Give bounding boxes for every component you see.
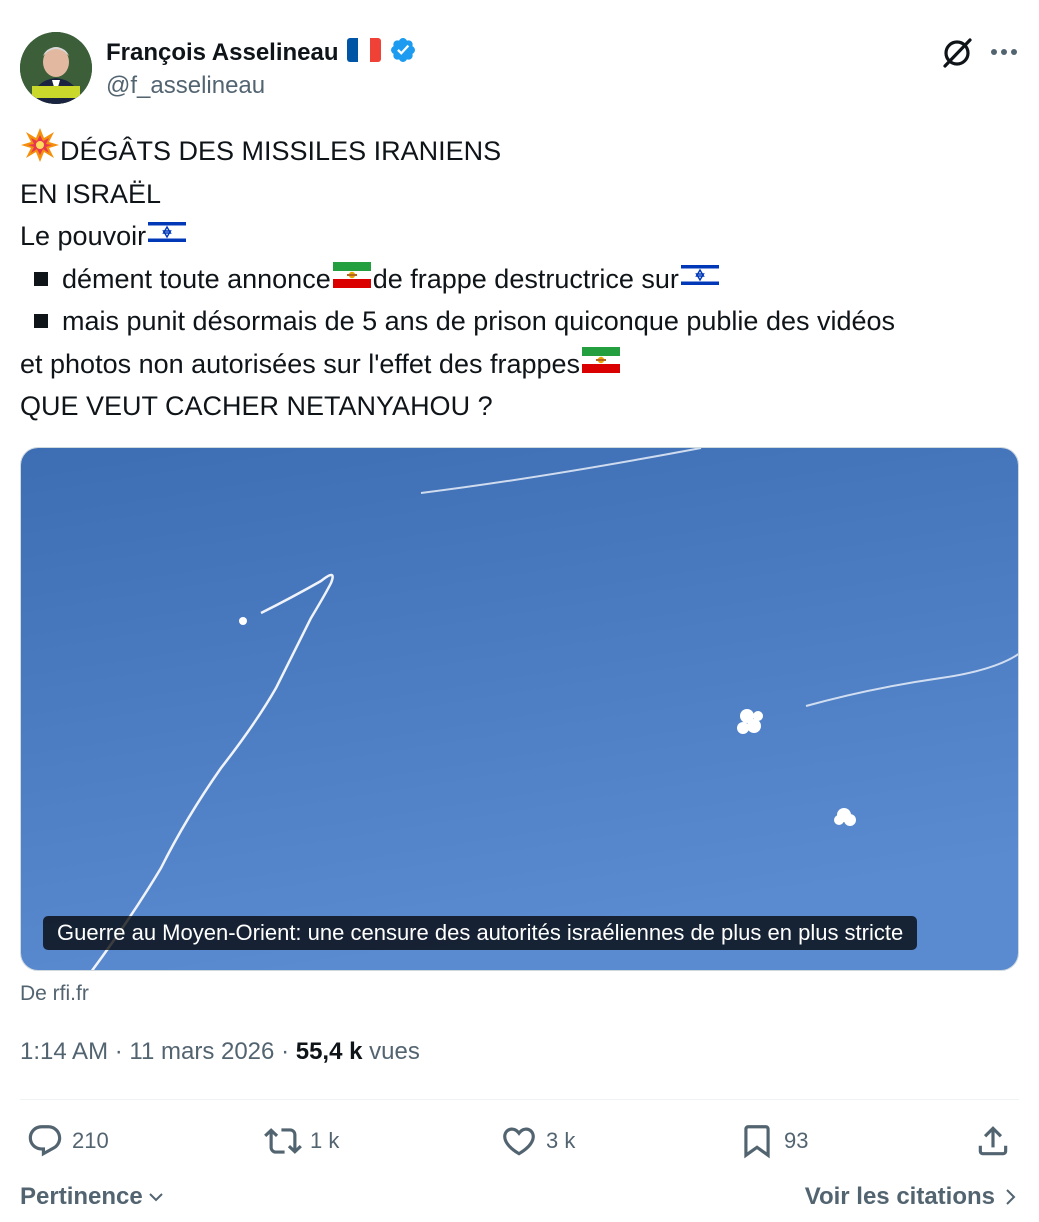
reply-count: 210	[72, 1128, 109, 1153]
explosion-emoji-icon	[20, 127, 60, 176]
tweet-bullet-1-text-b: de frappe destructrice sur	[372, 263, 679, 294]
author-handle[interactable]: @f_asselineau	[106, 72, 265, 100]
author-name[interactable]: François Asselineau	[106, 39, 339, 67]
verified-badge-icon	[389, 36, 417, 69]
tweet-line-4: et photos non autorisées sur l'effet des…	[20, 343, 1020, 386]
sort-label: Pertinence	[20, 1183, 143, 1210]
bookmark-icon	[744, 1125, 770, 1159]
tweet-date[interactable]: 11 mars 2026	[129, 1038, 274, 1065]
link-preview-card[interactable]: Guerre au Moyen-Orient: une censure des …	[20, 447, 1019, 971]
france-flag-icon	[346, 38, 381, 67]
iran-lion-sun-flag-icon	[582, 343, 621, 386]
chevron-right-icon	[1006, 1189, 1016, 1205]
bookmark-count: 93	[784, 1128, 809, 1153]
tweet-line-5: QUE VEUT CACHER NETANYAHOU ?	[20, 391, 493, 421]
sort-dropdown[interactable]: Pertinence	[20, 1183, 165, 1211]
meta-separator: ·	[281, 1038, 296, 1065]
israel-flag-icon	[148, 215, 187, 258]
repost-icon	[264, 1128, 302, 1154]
share-button[interactable]	[974, 1122, 1012, 1160]
tweet-text: DÉGÂTS DES MISSILES IRANIENS EN ISRAËL L…	[20, 127, 1020, 428]
bullet-icon	[34, 271, 48, 286]
tweet-headline: DÉGÂTS DES MISSILES IRANIENS	[60, 136, 502, 166]
tweet-line-3: Le pouvoir	[20, 215, 1020, 258]
more-options-icon[interactable]	[988, 38, 1020, 66]
tweet-line-4-text: et photos non autorisées sur l'effet des…	[20, 348, 581, 379]
tweet-meta: 1:14 AM · 11 mars 2026 · 55,4 k vues	[20, 1038, 420, 1066]
tweet-line-3-text: Le pouvoir	[20, 221, 147, 251]
author-avatar[interactable]	[20, 32, 92, 104]
tweet-bullet-2: mais punit désormais de 5 ans de prison …	[20, 300, 1020, 343]
israel-flag-icon	[680, 258, 719, 301]
tweet-bullet-2-text: mais punit désormais de 5 ans de prison …	[62, 306, 896, 336]
card-image	[21, 448, 1018, 970]
author-name-row: François Asselineau	[106, 36, 417, 69]
tweet-bullet-1-text-a: dément toute annonce	[62, 263, 331, 294]
tweet-line-2: EN ISRAËL	[20, 178, 162, 209]
divider	[20, 1099, 1019, 1100]
heart-icon	[503, 1127, 535, 1156]
chevron-down-icon	[149, 1193, 163, 1202]
reply-icon	[28, 1125, 62, 1157]
tweet-bullet-1: dément toute annonce de frappe destructr…	[20, 258, 1020, 301]
grok-icon[interactable]	[940, 36, 974, 70]
card-source[interactable]: De rfi.fr	[20, 982, 89, 1006]
bookmark-button[interactable]: 93	[738, 1122, 808, 1160]
meta-separator: ·	[114, 1038, 130, 1065]
repost-button[interactable]: 1 k	[264, 1122, 339, 1160]
share-icon	[978, 1126, 1008, 1156]
view-quotes-link[interactable]: Voir les citations	[805, 1183, 1017, 1211]
views-count: 55,4 k	[295, 1038, 363, 1065]
like-count: 3 k	[546, 1128, 576, 1153]
iran-lion-sun-flag-icon	[332, 258, 371, 301]
like-button[interactable]: 3 k	[500, 1122, 575, 1160]
reply-button[interactable]: 210	[26, 1122, 109, 1160]
repost-count: 1 k	[310, 1128, 340, 1153]
tweet-time[interactable]: 1:14 AM	[20, 1038, 108, 1065]
tweet-line-1: DÉGÂTS DES MISSILES IRANIENS	[20, 127, 1020, 176]
bullet-icon	[34, 314, 48, 329]
card-caption: Guerre au Moyen-Orient: une censure des …	[43, 916, 918, 950]
view-quotes-label: Voir les citations	[804, 1183, 995, 1210]
views-label: vues	[369, 1038, 420, 1065]
